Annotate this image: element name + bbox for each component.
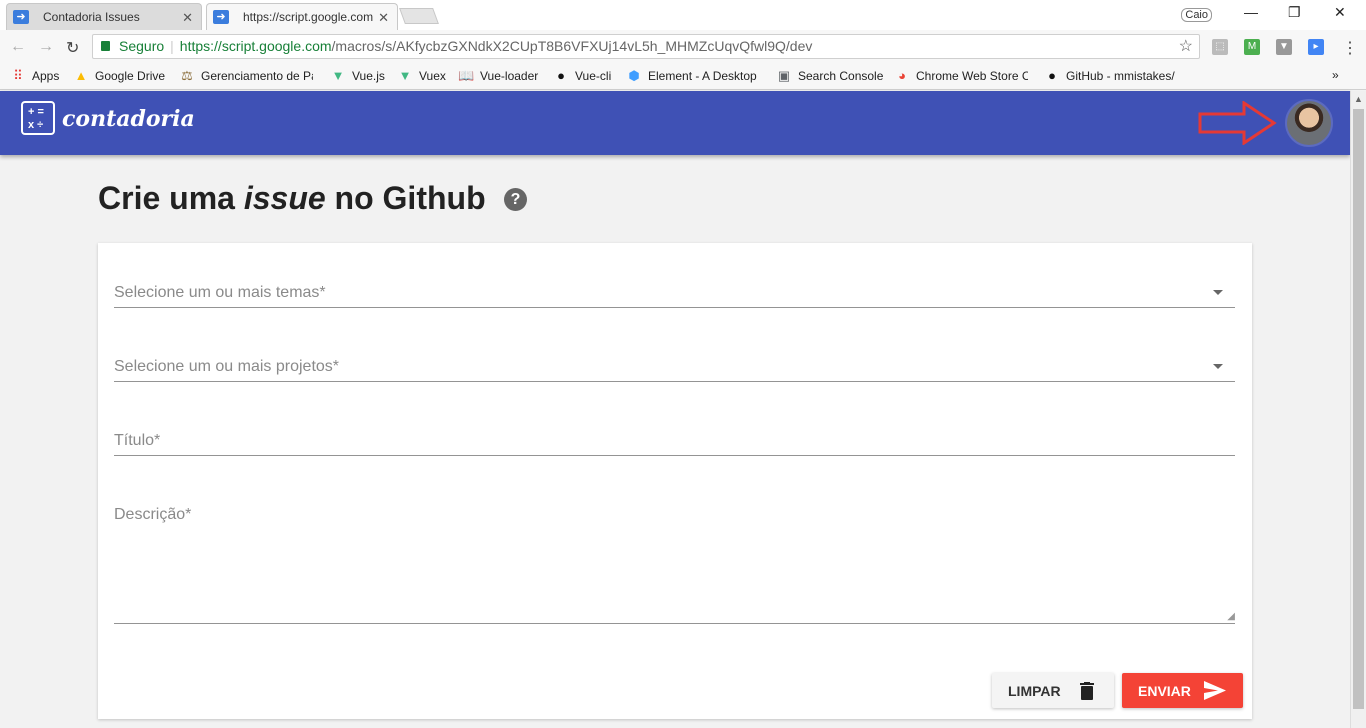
- description-placeholder: Descrição*: [114, 506, 192, 523]
- restore-icon[interactable]: ❐: [1288, 4, 1301, 21]
- bookmark-vue-loader[interactable]: 📖 Vue-loader: [458, 68, 538, 84]
- tab-label: https://script.google.com: [243, 10, 374, 24]
- reload-icon[interactable]: ↻: [66, 38, 79, 58]
- vue-icon: ▼: [398, 68, 412, 83]
- dropdown-arrow-icon[interactable]: [1213, 364, 1223, 369]
- close-icon[interactable]: ✕: [182, 10, 193, 26]
- browser-tabbar: ➜ Contadoria Issues ✕ ➜ https://script.g…: [0, 0, 1366, 30]
- issue-form-card: Selecione um ou mais temas* Selecione um…: [98, 243, 1252, 719]
- arrow-favicon-icon: ➜: [13, 10, 29, 24]
- window-close-icon[interactable]: ✕: [1334, 4, 1346, 21]
- docs-extension-icon[interactable]: ▸: [1308, 39, 1324, 55]
- page-scrollbar[interactable]: ▲: [1350, 91, 1366, 728]
- dropdown-arrow-icon[interactable]: [1213, 290, 1223, 295]
- vue-icon: ▼: [331, 68, 345, 83]
- page-title: Crie uma issue no Github: [98, 180, 486, 216]
- apps-grid-icon: ⠿: [13, 68, 23, 83]
- bookmark-search-console[interactable]: ▣ Search Console: [776, 68, 884, 84]
- bookmarks-bar: ⠿ Apps ▲ Google Drive ⚖ Gerenciamento de Pa…: [0, 63, 1366, 90]
- bookmark-vue-cli[interactable]: ● Vue-cli: [553, 68, 611, 84]
- search-console-icon: ▣: [777, 68, 791, 83]
- user-avatar[interactable]: [1285, 99, 1333, 147]
- bookmark-gerenciamento[interactable]: ⚖ Gerenciamento de Pa: [179, 68, 313, 84]
- projects-placeholder: Selecione um ou mais projetos*: [114, 358, 340, 375]
- v-extension-icon[interactable]: ▼: [1276, 39, 1292, 55]
- send-button-label: ENVIAR: [1138, 682, 1191, 699]
- github-icon: ●: [557, 68, 565, 83]
- bookmark-vuex[interactable]: ▼ Vuex: [397, 68, 446, 84]
- projects-select[interactable]: Selecione um ou mais projetos*: [114, 354, 1235, 382]
- tab-script-google[interactable]: ➜ https://script.google.com ✕: [206, 3, 398, 30]
- app-toolbar: + = x ÷ contadoria: [0, 91, 1350, 155]
- annotation-arrow-icon: [1198, 101, 1277, 145]
- help-icon[interactable]: ?: [504, 188, 527, 211]
- close-icon[interactable]: ✕: [378, 10, 389, 26]
- bookmarks-overflow-button[interactable]: »: [1332, 68, 1339, 82]
- lock-icon: [101, 41, 110, 51]
- book-icon: 📖: [458, 68, 475, 83]
- minimize-icon[interactable]: —: [1244, 4, 1258, 20]
- m-extension-icon[interactable]: M: [1244, 39, 1260, 55]
- clear-button[interactable]: LIMPAR: [992, 673, 1114, 708]
- address-bar[interactable]: Seguro | https://script.google.com/macros/…: [92, 34, 1200, 59]
- bookmark-github-mmistakes[interactable]: ● GitHub - mmistakes/: [1044, 68, 1178, 84]
- calculator-logo-icon: + = x ÷: [21, 101, 55, 135]
- themes-select[interactable]: Selecione um ou mais temas*: [114, 280, 1235, 308]
- bookmark-vuejs[interactable]: ▼ Vue.js: [330, 68, 385, 84]
- element-icon: ⬢: [628, 68, 640, 83]
- send-icon: [1204, 681, 1226, 700]
- bookmark-element[interactable]: ⬢ Element - A Desktop: [626, 68, 760, 84]
- new-tab-button[interactable]: [399, 8, 439, 24]
- scroll-up-icon[interactable]: ▲: [1354, 94, 1363, 104]
- browser-toolbar: ← → ↻ Seguro | https://script.google.com/m…: [0, 30, 1366, 63]
- google-drive-icon: ▲: [74, 68, 88, 83]
- github-icon: ●: [1048, 68, 1056, 83]
- clear-button-label: LIMPAR: [1008, 682, 1061, 699]
- trash-icon: [1080, 682, 1094, 700]
- bookmark-star-icon[interactable]: ☆: [1179, 35, 1193, 58]
- title-placeholder: Título*: [114, 432, 161, 449]
- title-input[interactable]: Título*: [114, 428, 1235, 456]
- back-icon[interactable]: ←: [10, 38, 26, 56]
- resize-handle-icon[interactable]: ◢: [1227, 611, 1235, 622]
- bookmark-apps[interactable]: ⠿ Apps: [10, 68, 59, 84]
- tab-label: Contadoria Issues: [43, 10, 140, 24]
- themes-placeholder: Selecione um ou mais temas*: [114, 284, 326, 301]
- description-textarea[interactable]: Descrição* ◢: [114, 502, 1235, 624]
- tab-contadoria-issues[interactable]: ➜ Contadoria Issues ✕: [6, 3, 202, 30]
- pdf-extension-icon[interactable]: ⬚: [1212, 39, 1228, 55]
- scales-icon: ⚖: [181, 68, 193, 83]
- app-logo-text: contadoria: [62, 106, 195, 132]
- forward-icon[interactable]: →: [38, 38, 54, 56]
- arrow-favicon-icon: ➜: [213, 10, 229, 24]
- url-path: /macros/s/AKfycbzGXNdkX2CUpT8B6VFXUj14vL…: [331, 38, 813, 54]
- menu-kebab-icon[interactable]: ⋮: [1342, 38, 1358, 58]
- url-host: https://script.google.com: [179, 38, 332, 54]
- send-button[interactable]: ENVIAR: [1122, 673, 1243, 708]
- profile-button[interactable]: Caio: [1181, 8, 1212, 22]
- secure-label: Seguro: [119, 38, 165, 54]
- chrome-store-icon: ◕: [898, 68, 906, 83]
- scrollbar-thumb[interactable]: [1353, 109, 1364, 709]
- bookmark-google-drive[interactable]: ▲ Google Drive: [73, 68, 165, 84]
- bookmark-chrome-web-store[interactable]: ◕ Chrome Web Store C: [894, 68, 1028, 84]
